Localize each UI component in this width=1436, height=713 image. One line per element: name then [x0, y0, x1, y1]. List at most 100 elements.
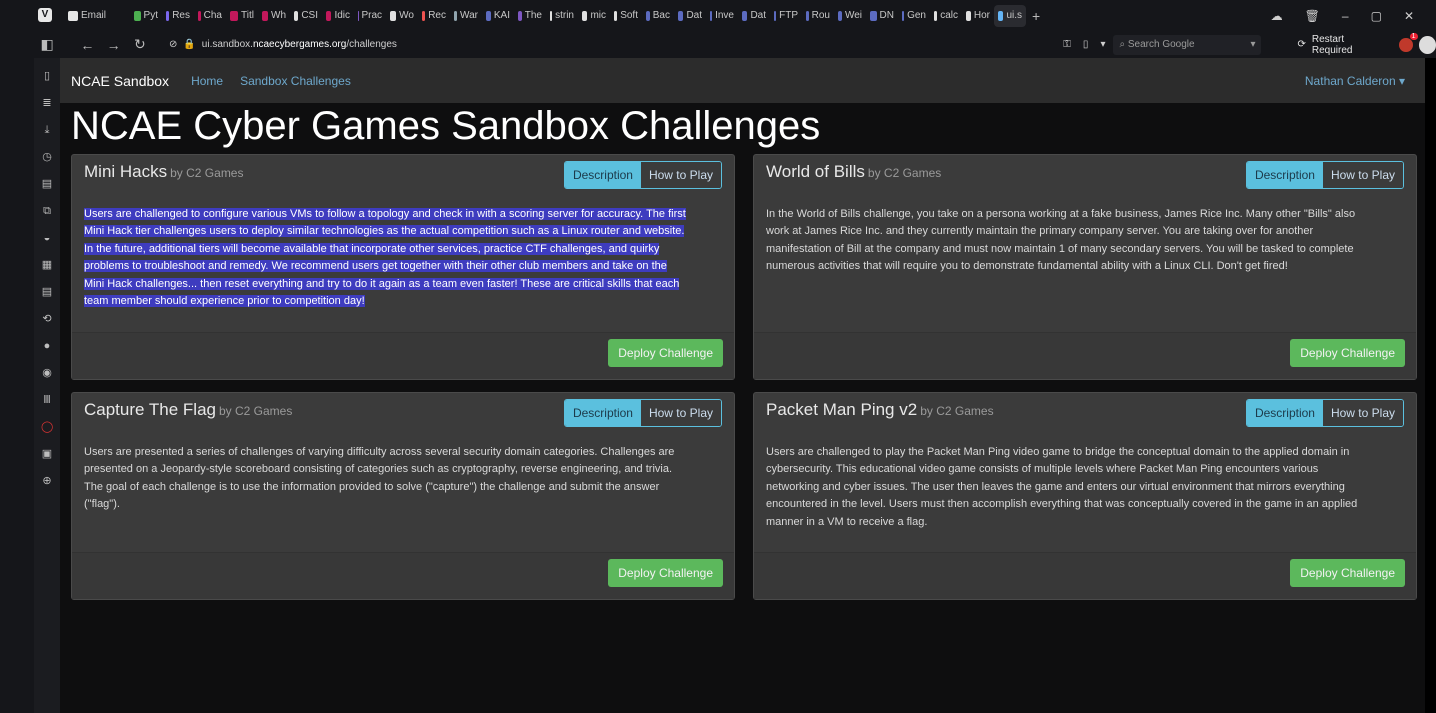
vivaldi-menu-icon[interactable]: V: [38, 8, 52, 22]
tab-favicon-icon: [550, 10, 553, 21]
user-menu[interactable]: Nathan Calderon ▾: [1305, 74, 1405, 88]
challenge-card: Mini Hacks by C2 Games Description How to…: [71, 154, 735, 380]
translate-icon[interactable]: ⧉: [41, 205, 53, 217]
how-to-play-button[interactable]: How to Play: [1322, 400, 1403, 426]
browser-tab[interactable]: Inve: [706, 5, 738, 27]
bookmark-icon[interactable]: ▯: [1083, 39, 1089, 50]
deploy-challenge-button[interactable]: Deploy Challenge: [608, 559, 723, 587]
browser-tab[interactable]: Dat: [738, 5, 770, 27]
browser-tab[interactable]: Rec: [418, 5, 450, 27]
browser-tab[interactable]: ui.s: [994, 4, 1026, 27]
close-icon[interactable]: ✕: [1404, 9, 1414, 23]
downloads-icon[interactable]: ⤓: [41, 124, 53, 136]
description-button[interactable]: Description: [564, 400, 641, 426]
reload-icon[interactable]: ↻: [127, 36, 153, 53]
how-to-play-button[interactable]: How to Play: [640, 400, 721, 426]
restart-required-button[interactable]: ⟳ Restart Required: [1297, 34, 1384, 56]
site-info-icon[interactable]: ⊘: [169, 39, 177, 50]
browser-tab[interactable]: CSI: [290, 5, 322, 27]
tab-favicon-icon: [934, 10, 938, 21]
browser-tab[interactable]: Dat: [674, 5, 706, 27]
web-panel-icon[interactable]: ●: [41, 340, 53, 352]
notes-icon[interactable]: ▤: [41, 178, 53, 190]
tab-favicon-icon: [198, 10, 201, 21]
challenge-card: World of Bills by C2 Games Description Ho…: [753, 154, 1417, 380]
how-to-play-button[interactable]: How to Play: [640, 162, 721, 188]
new-tab-icon[interactable]: +: [1032, 8, 1040, 24]
browser-tab[interactable]: Bac: [642, 5, 674, 27]
tab-favicon-icon: [710, 10, 713, 21]
description-line: encountered in the level. Users must the…: [766, 498, 1358, 511]
amazon-icon[interactable]: ▣: [41, 448, 53, 460]
key-icon[interactable]: ⚿: [1063, 39, 1071, 50]
nav-link-home[interactable]: Home: [191, 74, 223, 88]
search-engine-dropdown-icon[interactable]: ▾: [1250, 39, 1255, 50]
browser-tab[interactable]: Wo: [386, 5, 418, 27]
dropdown-icon[interactable]: ▾: [1100, 39, 1105, 50]
deploy-challenge-button[interactable]: Deploy Challenge: [608, 339, 723, 367]
panel-toggle-icon[interactable]: ◧: [34, 36, 60, 53]
browser-tab[interactable]: Cha: [194, 5, 226, 27]
deploy-challenge-button[interactable]: Deploy Challenge: [1290, 339, 1405, 367]
maximize-icon[interactable]: ▢: [1371, 9, 1382, 23]
side-panel-strip: ▯ ≣ ⤓ ◷ ▤ ⧉ ◒ ▦ ▤ ⟲ ● ◉ Ⅲ ◯ ▣ ⊕: [34, 58, 60, 713]
browser-tab[interactable]: Wh: [258, 5, 290, 27]
medium-icon[interactable]: Ⅲ: [41, 394, 53, 406]
calendar-icon[interactable]: ▦: [41, 259, 53, 271]
tasks-icon[interactable]: ▤: [41, 286, 53, 298]
card-tab-group: Description How to Play: [563, 399, 722, 427]
browser-tab[interactable]: Email: [64, 5, 130, 27]
browser-tab[interactable]: DN: [866, 5, 898, 27]
deploy-challenge-button[interactable]: Deploy Challenge: [1290, 559, 1405, 587]
browser-tab[interactable]: Soft: [610, 5, 642, 27]
tab-label: Soft: [620, 10, 638, 21]
cloud-sync-icon[interactable]: ☁: [1271, 9, 1283, 23]
sync-icon[interactable]: ⟲: [41, 313, 53, 325]
tab-favicon-icon: [774, 10, 777, 21]
tab-label: War: [460, 10, 478, 21]
browser-tab[interactable]: Wei: [834, 5, 866, 27]
add-panel-icon[interactable]: ⊕: [41, 475, 53, 487]
mail-icon[interactable]: ◒: [41, 232, 53, 244]
nav-link-sandbox-challenges[interactable]: Sandbox Challenges: [240, 74, 351, 88]
browser-tab[interactable]: Pyt: [130, 5, 162, 27]
extension-badge: 1: [1409, 32, 1418, 40]
tab-label: Titl: [241, 10, 254, 21]
extension-icon[interactable]: 1: [1398, 32, 1418, 52]
minimize-icon[interactable]: –: [1342, 9, 1349, 23]
description-button[interactable]: Description: [1246, 162, 1323, 188]
history-icon[interactable]: ◷: [41, 151, 53, 163]
how-to-play-button[interactable]: How to Play: [1322, 162, 1403, 188]
tab-favicon-icon: [294, 10, 299, 21]
url-field[interactable]: ⊘ 🔒 ui.sandbox.ncaecybergames.org/challe…: [163, 35, 1045, 55]
back-icon[interactable]: ←: [74, 37, 100, 53]
bookmarks-icon[interactable]: ▯: [41, 70, 53, 82]
browser-tab[interactable]: calc: [930, 5, 962, 27]
browser-tab[interactable]: Idic: [322, 5, 354, 27]
description-button[interactable]: Description: [564, 162, 641, 188]
url-prefix: ui.sandbox.: [201, 39, 253, 50]
browser-tab[interactable]: FTP: [770, 5, 802, 27]
forward-icon[interactable]: →: [100, 37, 126, 53]
site-brand[interactable]: NCAE Sandbox: [71, 73, 169, 89]
trash-icon[interactable]: 🗑: [1305, 9, 1320, 23]
card-title: Capture The Flag by C2 Games: [84, 400, 292, 420]
browser-tab[interactable]: Titl: [226, 5, 258, 27]
browser-tab[interactable]: mic: [578, 5, 610, 27]
discord-icon[interactable]: ◉: [41, 367, 53, 379]
url-tools: ⚿ ▯ ▾: [1063, 39, 1105, 50]
opera-icon[interactable]: ◯: [41, 421, 53, 433]
reading-list-icon[interactable]: ≣: [41, 97, 53, 109]
browser-tab[interactable]: KAI: [482, 5, 514, 27]
profile-avatar[interactable]: [1418, 35, 1436, 54]
description-button[interactable]: Description: [1246, 400, 1323, 426]
browser-tab[interactable]: Rou: [802, 5, 834, 27]
browser-tab[interactable]: War: [450, 5, 482, 27]
browser-tab[interactable]: Prac: [354, 5, 386, 27]
browser-tab[interactable]: Gen: [898, 5, 930, 27]
browser-tab[interactable]: Res: [162, 5, 194, 27]
search-field[interactable]: ⌕ Search Google ▾: [1113, 34, 1262, 55]
browser-tab[interactable]: The: [514, 5, 546, 27]
browser-tab[interactable]: Hor: [962, 5, 994, 27]
browser-tab[interactable]: strin: [546, 5, 578, 27]
